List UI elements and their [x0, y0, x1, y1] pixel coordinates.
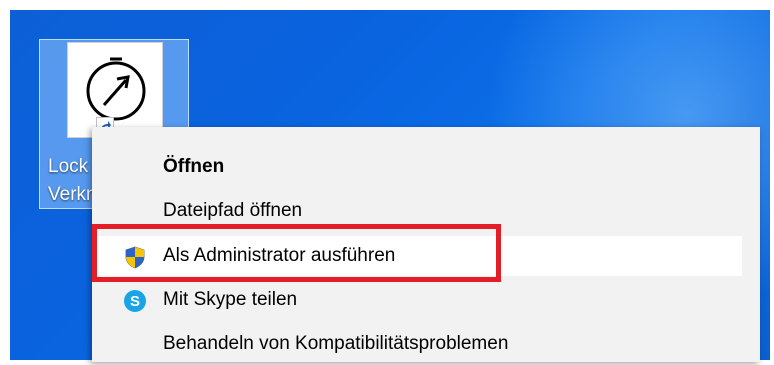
menu-item-label: Mit Skype teilen	[163, 289, 298, 310]
stopwatch-icon	[67, 42, 163, 138]
menu-item-open-file-location[interactable]: Dateipfad öffnen	[92, 191, 742, 231]
uac-shield-icon	[123, 245, 147, 269]
menu-item-share-skype[interactable]: S Mit Skype teilen	[92, 280, 742, 320]
menu-item-label: Behandeln von Kompatibilitätsproblemen	[163, 333, 509, 354]
skype-icon: S	[123, 289, 147, 313]
context-menu: Öffnen Dateipfad öffnen Als Administrato…	[92, 127, 760, 362]
menu-item-label: Dateipfad öffnen	[163, 200, 303, 221]
svg-text:S: S	[130, 293, 140, 310]
menu-item-label: Als Administrator ausführen	[163, 245, 396, 266]
menu-item-run-as-admin[interactable]: Als Administrator ausführen	[92, 236, 742, 276]
menu-item-troubleshoot-compatibility[interactable]: Behandeln von Kompatibilitätsproblemen	[92, 324, 742, 364]
menu-item-open[interactable]: Öffnen	[92, 147, 742, 187]
menu-item-label: Öffnen	[163, 156, 225, 177]
